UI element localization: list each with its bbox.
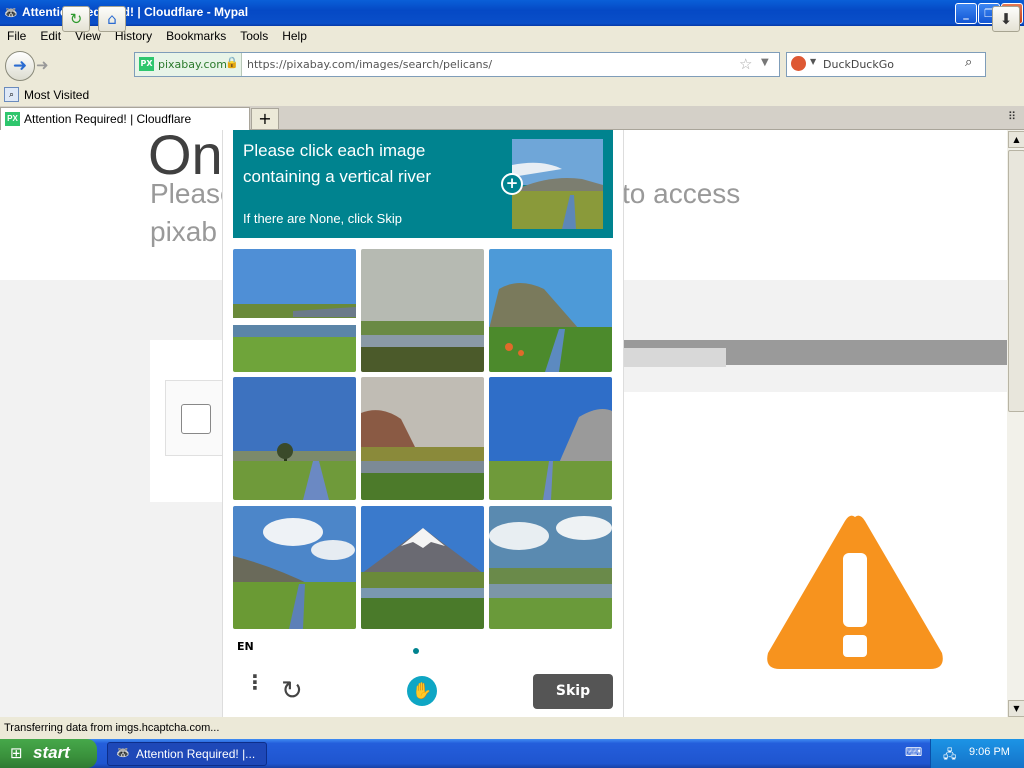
search-icon[interactable]: ⌕	[965, 55, 972, 70]
zoom-example-icon[interactable]: +	[501, 173, 523, 195]
taskbar-window-label: Attention Required! |...	[136, 747, 256, 761]
prompt-line2: containing a vertical river	[243, 167, 432, 186]
url-text: https://pixabay.com/images/search/pelica…	[247, 58, 493, 71]
language-selector[interactable]: EN	[237, 640, 254, 653]
tab-label: Attention Required! | Cloudflare	[24, 112, 192, 126]
bookmark-star-icon[interactable]: ☆	[739, 55, 752, 73]
site-identity[interactable]: PX pixabay.com 🔒	[135, 53, 242, 76]
challenge-tile-5[interactable]	[361, 377, 484, 500]
home-icon: ⌂	[107, 10, 117, 28]
menu-bookmarks[interactable]: Bookmarks	[159, 26, 233, 43]
window-title-bar: 🦝 Attention Required! | Cloudflare - Myp…	[0, 0, 1024, 26]
mypal-taskbar-icon: 🦝	[116, 747, 130, 759]
plus-icon: +	[258, 109, 272, 128]
menu-tools[interactable]: Tools	[233, 26, 275, 43]
challenge-prompt: Please click each image containing a ver…	[233, 130, 613, 238]
clock[interactable]: 9:06 PM	[969, 746, 1010, 758]
most-visited-link[interactable]: Most Visited	[24, 88, 89, 102]
duckduckgo-icon	[791, 56, 806, 71]
reload-button[interactable]: ↻	[62, 6, 90, 32]
system-tray: 🖧 9:06 PM	[930, 739, 1024, 768]
tab-attention-required[interactable]: PX Attention Required! | Cloudflare	[0, 107, 250, 130]
challenge-tile-2[interactable]	[361, 249, 484, 372]
site-domain: pixabay.com	[158, 58, 227, 71]
scroll-thumb[interactable]	[1008, 150, 1024, 412]
mypal-app-icon: 🦝	[4, 6, 18, 19]
challenge-tile-8[interactable]	[361, 506, 484, 629]
challenge-tile-7[interactable]	[233, 506, 356, 629]
tab-favicon: PX	[5, 112, 20, 126]
menu-bar: File Edit View History Bookmarks Tools Help	[0, 26, 1024, 46]
status-bar: Transferring data from imgs.hcaptcha.com…	[0, 717, 1024, 739]
most-visited-icon: ⌕	[4, 87, 19, 102]
url-bar[interactable]: PX pixabay.com 🔒 https://pixabay.com/ima…	[134, 52, 780, 77]
challenge-tile-4[interactable]	[233, 377, 356, 500]
page-text-line1-right: to access	[622, 178, 741, 209]
taskbar-window-button[interactable]: 🦝 Attention Required! |...	[107, 742, 267, 766]
home-button[interactable]: ⌂	[98, 6, 126, 32]
scroll-up-icon[interactable]: ▲	[1008, 131, 1024, 148]
hcaptcha-logo-icon[interactable]: ✋	[407, 676, 437, 706]
reload-icon: ↻	[69, 10, 83, 28]
pixabay-favicon: PX	[139, 57, 154, 71]
menu-file[interactable]: File	[0, 26, 33, 43]
status-text: Transferring data from imgs.hcaptcha.com…	[4, 722, 220, 734]
menu-dots-icon[interactable]: ⋮	[245, 672, 265, 692]
network-icon[interactable]: 🖧	[943, 745, 956, 766]
challenge-tile-3[interactable]	[489, 249, 612, 372]
search-engine-dropdown-icon[interactable]: ▼	[810, 57, 816, 66]
refresh-challenge-icon[interactable]: ↻	[281, 676, 303, 706]
page-gray-bar-tab	[622, 348, 726, 367]
lock-icon: 🔒	[225, 56, 239, 69]
forward-button[interactable]: ➜	[36, 56, 49, 74]
search-placeholder: DuckDuckGo	[823, 58, 894, 71]
start-label: start	[33, 743, 70, 762]
menu-help[interactable]: Help	[275, 26, 314, 43]
taskbar: ⊞ start 🦝 Attention Required! |... ⌨ 🖧 9…	[0, 739, 1024, 768]
page-scrollbar[interactable]: ▲ ▼	[1007, 130, 1024, 717]
start-button[interactable]: ⊞ start	[0, 739, 97, 768]
search-bar[interactable]: ▼ DuckDuckGo ⌕	[786, 52, 986, 77]
arrow-left-icon: ➜	[12, 56, 28, 76]
url-dropdown-icon[interactable]: ▼	[761, 57, 769, 68]
back-button[interactable]: ➜	[5, 51, 35, 81]
prompt-line1: Please click each image	[243, 141, 426, 160]
bookmarks-toolbar: ⌕ Most Visited	[0, 84, 1024, 106]
downloads-button[interactable]: ⬇	[992, 6, 1020, 32]
page-text-line2-left: pixab	[150, 216, 217, 247]
challenge-tile-1[interactable]	[233, 249, 356, 372]
download-arrow-icon: ⬇	[999, 10, 1013, 28]
captcha-checkbox[interactable]	[181, 404, 211, 434]
scroll-down-icon[interactable]: ▼	[1008, 700, 1024, 717]
new-tab-button[interactable]: +	[251, 108, 279, 130]
example-image	[512, 139, 603, 229]
windows-logo-icon: ⊞	[10, 744, 23, 762]
hcaptcha-challenge: Please click each image containing a ver…	[222, 130, 624, 717]
list-all-tabs-icon[interactable]: ⠿	[1008, 110, 1016, 123]
keyboard-icon[interactable]: ⌨	[905, 745, 922, 759]
prompt-skip-hint: If there are None, click Skip	[243, 211, 402, 226]
arrow-right-icon: ➜	[36, 56, 49, 74]
challenge-tile-9[interactable]	[489, 506, 612, 629]
warning-icon	[767, 515, 943, 669]
skip-button[interactable]: Skip	[533, 674, 613, 709]
challenge-tile-6[interactable]	[489, 377, 612, 500]
page-indicator-dot	[413, 648, 419, 654]
window-title: Attention Required! | Cloudflare - Mypal	[22, 5, 249, 19]
minimize-button[interactable]: _	[955, 3, 977, 24]
